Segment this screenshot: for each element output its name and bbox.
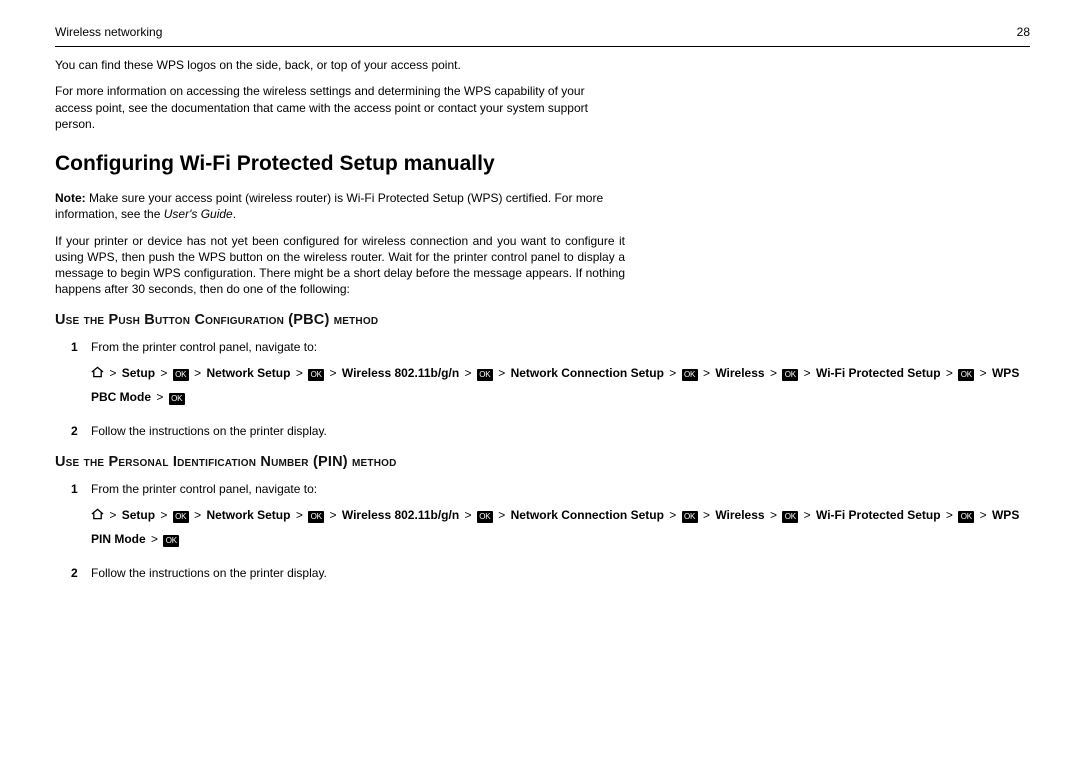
home-icon <box>91 366 104 378</box>
page-number: 28 <box>1017 24 1030 40</box>
ok-button-icon: OK <box>477 369 493 381</box>
step-text: From the printer control panel, navigate… <box>91 481 1030 497</box>
ok-button-icon: OK <box>958 369 974 381</box>
nav-network-setup: Network Setup <box>206 508 290 522</box>
ok-button-icon: OK <box>958 511 974 523</box>
note-body: Make sure your access point (wireless ro… <box>55 191 603 221</box>
pin-step-1: 1 From the printer control panel, naviga… <box>77 481 1030 551</box>
note-end: . <box>233 207 236 221</box>
ok-button-icon: OK <box>308 369 324 381</box>
ok-button-icon: OK <box>477 511 493 523</box>
ok-button-icon: OK <box>782 511 798 523</box>
nav-wireless-band: Wireless 802.11b/g/n <box>342 508 459 522</box>
step-number: 1 <box>71 339 78 355</box>
nav-wifi-protected-setup: Wi-Fi Protected Setup <box>816 508 941 522</box>
note-label: Note: <box>55 191 86 205</box>
page-title: Configuring Wi-Fi Protected Setup manual… <box>55 150 1030 178</box>
pin-nav-path: > Setup > OK > Network Setup > OK > Wire… <box>91 503 1030 551</box>
ok-button-icon: OK <box>173 369 189 381</box>
pbc-step-1: 1 From the printer control panel, naviga… <box>77 339 1030 409</box>
page-header: Wireless networking 28 <box>55 24 1030 40</box>
pbc-steps: 1 From the printer control panel, naviga… <box>77 339 1030 439</box>
step-text: Follow the instructions on the printer d… <box>91 424 327 438</box>
step-text: From the printer control panel, navigate… <box>91 339 1030 355</box>
intro-paragraph-2: For more information on accessing the wi… <box>55 83 615 132</box>
ok-button-icon: OK <box>782 369 798 381</box>
ok-button-icon: OK <box>682 511 698 523</box>
pbc-nav-path: > Setup > OK > Network Setup > OK > Wire… <box>91 361 1030 409</box>
page: Wireless networking 28 You can find thes… <box>0 0 1080 581</box>
nav-wireless: Wireless <box>715 366 764 380</box>
ok-button-icon: OK <box>163 535 179 547</box>
ok-button-icon: OK <box>169 393 185 405</box>
home-icon <box>91 508 104 520</box>
pin-heading: Use the Personal Identification Number (… <box>55 453 1030 473</box>
pin-step-2: 2 Follow the instructions on the printer… <box>77 565 1030 581</box>
nav-wifi-protected-setup: Wi-Fi Protected Setup <box>816 366 941 380</box>
header-divider <box>55 46 1030 47</box>
header-left: Wireless networking <box>55 24 162 40</box>
ok-button-icon: OK <box>308 511 324 523</box>
intro-block: You can find these WPS logos on the side… <box>55 57 1030 132</box>
step-text: Follow the instructions on the printer d… <box>91 566 327 580</box>
nav-network-connection-setup: Network Connection Setup <box>511 508 664 522</box>
nav-network-setup: Network Setup <box>206 366 290 380</box>
step-number: 2 <box>71 565 78 581</box>
step-number: 1 <box>71 481 78 497</box>
nav-network-connection-setup: Network Connection Setup <box>511 366 664 380</box>
pbc-step-2: 2 Follow the instructions on the printer… <box>77 423 1030 439</box>
nav-wireless-band: Wireless 802.11b/g/n <box>342 366 459 380</box>
note-italic: User's Guide <box>164 207 233 221</box>
step-number: 2 <box>71 423 78 439</box>
nav-setup: Setup <box>122 366 155 380</box>
pbc-heading: Use the Push Button Configuration (PBC) … <box>55 311 1030 331</box>
nav-setup: Setup <box>122 508 155 522</box>
ok-button-icon: OK <box>173 511 189 523</box>
body-paragraph: If your printer or device has not yet be… <box>55 233 625 298</box>
nav-wireless: Wireless <box>715 508 764 522</box>
ok-button-icon: OK <box>682 369 698 381</box>
intro-paragraph-1: You can find these WPS logos on the side… <box>55 57 615 73</box>
note-paragraph: Note: Make sure your access point (wirel… <box>55 190 615 222</box>
pin-steps: 1 From the printer control panel, naviga… <box>77 481 1030 581</box>
